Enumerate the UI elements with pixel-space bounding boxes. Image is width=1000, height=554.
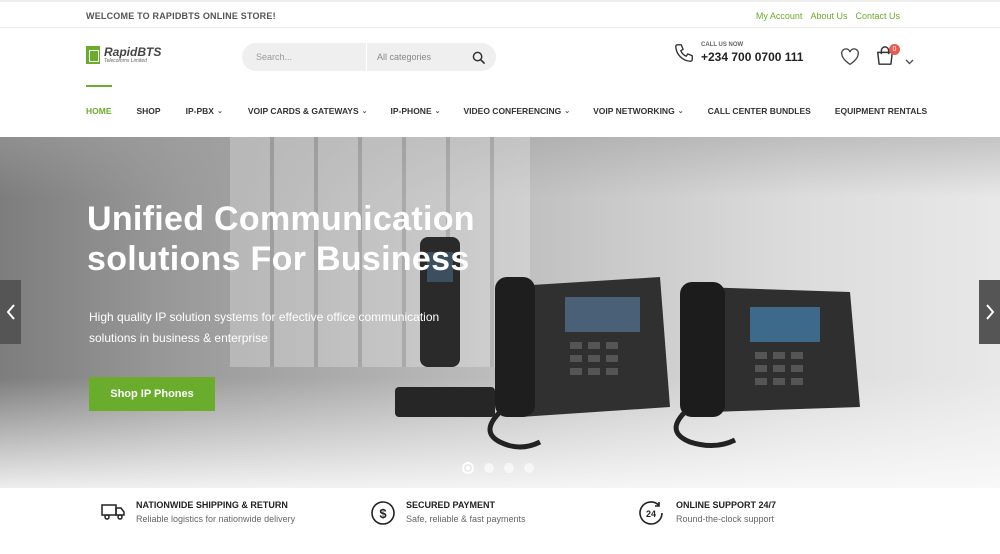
chevron-down-icon: ⌄ (434, 108, 441, 115)
chevron-down-icon: ⌄ (564, 108, 571, 115)
search-input[interactable] (242, 43, 366, 71)
slide-dot-3[interactable] (504, 463, 514, 473)
feature-title: NATIONWIDE SHIPPING & RETURN (136, 500, 288, 510)
search-bar: All categories (242, 43, 496, 71)
wishlist-button[interactable] (840, 48, 860, 71)
nav-item-voip-networking[interactable]: VOIP NETWORKING ⌄ (593, 86, 683, 136)
search-button[interactable] (460, 43, 496, 71)
nav-item-equipment-rentals[interactable]: EQUIPMENT RENTALS (835, 86, 927, 136)
nav-item-ip-phone[interactable]: IP-PHONE ⌄ (391, 86, 441, 136)
search-icon (472, 51, 485, 64)
dollar-icon: $ (371, 501, 395, 525)
category-select[interactable]: All categories (366, 43, 460, 71)
hero-slider: Unified Communication solutions For Busi… (0, 137, 1000, 488)
support-24-icon: 24 (639, 501, 663, 525)
logo-name: RapidBTS (104, 45, 162, 59)
call-us-label: CALL US NOW (701, 42, 744, 48)
slide-dot-1[interactable] (462, 462, 474, 474)
nav-item-shop[interactable]: SHOP (137, 86, 161, 136)
chevron-left-icon (6, 304, 15, 320)
feature-description: Reliable logistics for nationwide delive… (136, 514, 296, 524)
heart-icon (841, 48, 859, 66)
slide-dot-2[interactable] (484, 463, 494, 473)
nav-item-voip-cards-gateways[interactable]: VOIP CARDS & GATEWAYS ⌄ (248, 86, 368, 136)
phone-number: +234 700 0700 111 (701, 50, 804, 64)
logo-tagline: Telecomms Limited (104, 58, 147, 64)
about-us-link[interactable]: About Us (810, 11, 847, 21)
cart-count-badge: 0 (889, 44, 900, 55)
contact-us-link[interactable]: Contact Us (855, 11, 900, 21)
nav-item-home[interactable]: HOME (86, 85, 112, 136)
features-bar: NATIONWIDE SHIPPING & RETURN Reliable lo… (0, 488, 1000, 554)
welcome-message: WELCOME TO RAPIDBTS ONLINE STORE! (86, 11, 276, 21)
feature-payment: $ SECURED PAYMENT Safe, reliable & fast … (370, 500, 526, 526)
logo[interactable]: RapidBTS Telecomms Limited (86, 46, 161, 64)
chevron-down-icon: ⌄ (216, 108, 223, 115)
feature-title: ONLINE SUPPORT 24/7 (676, 500, 777, 510)
header: RapidBTS Telecomms Limited All categorie… (0, 28, 1000, 86)
main-nav: HOME SHOP IP-PBX ⌄ VOIP CARDS & GATEWAYS ⌄… (0, 85, 1000, 136)
truck-icon (101, 504, 125, 520)
hero-subtitle: High quality IP solution systems for eff… (89, 310, 440, 345)
shop-ip-phones-button[interactable]: Shop IP Phones (89, 377, 215, 411)
hero-title: Unified Communication solutions For Busi… (87, 200, 475, 278)
slider-dots (462, 462, 534, 474)
cart-dropdown-toggle[interactable] (905, 52, 914, 70)
phone-icon (675, 44, 693, 62)
chevron-down-icon (905, 59, 914, 65)
slider-next-button[interactable] (979, 280, 1000, 344)
svg-text:24: 24 (646, 509, 656, 519)
chevron-right-icon (985, 304, 994, 320)
feature-support: 24 ONLINE SUPPORT 24/7 Round-the-clock s… (638, 500, 776, 526)
call-us[interactable]: CALL US NOW +234 700 0700 111 (673, 42, 803, 64)
chevron-down-icon: ⌄ (361, 108, 368, 115)
top-links: My Account About Us Contact Us (756, 11, 900, 21)
feature-shipping: NATIONWIDE SHIPPING & RETURN Reliable lo… (100, 500, 295, 524)
feature-title: SECURED PAYMENT (406, 500, 496, 510)
nav-item-ip-pbx[interactable]: IP-PBX ⌄ (186, 86, 223, 136)
slide-dot-4[interactable] (524, 463, 534, 473)
top-bar: WELCOME TO RAPIDBTS ONLINE STORE! My Acc… (0, 0, 1000, 28)
my-account-link[interactable]: My Account (756, 11, 803, 21)
slider-prev-button[interactable] (0, 280, 21, 344)
nav-item-video-conferencing[interactable]: VIDEO CONFERENCING ⌄ (464, 86, 571, 136)
feature-description: Safe, reliable & fast payments (406, 514, 526, 524)
logo-mark-icon (86, 46, 100, 64)
svg-text:$: $ (379, 506, 387, 521)
chevron-down-icon: ⌄ (677, 108, 684, 115)
feature-description: Round-the-clock support (676, 514, 775, 524)
nav-item-call-center-bundles[interactable]: CALL CENTER BUNDLES (708, 86, 811, 136)
